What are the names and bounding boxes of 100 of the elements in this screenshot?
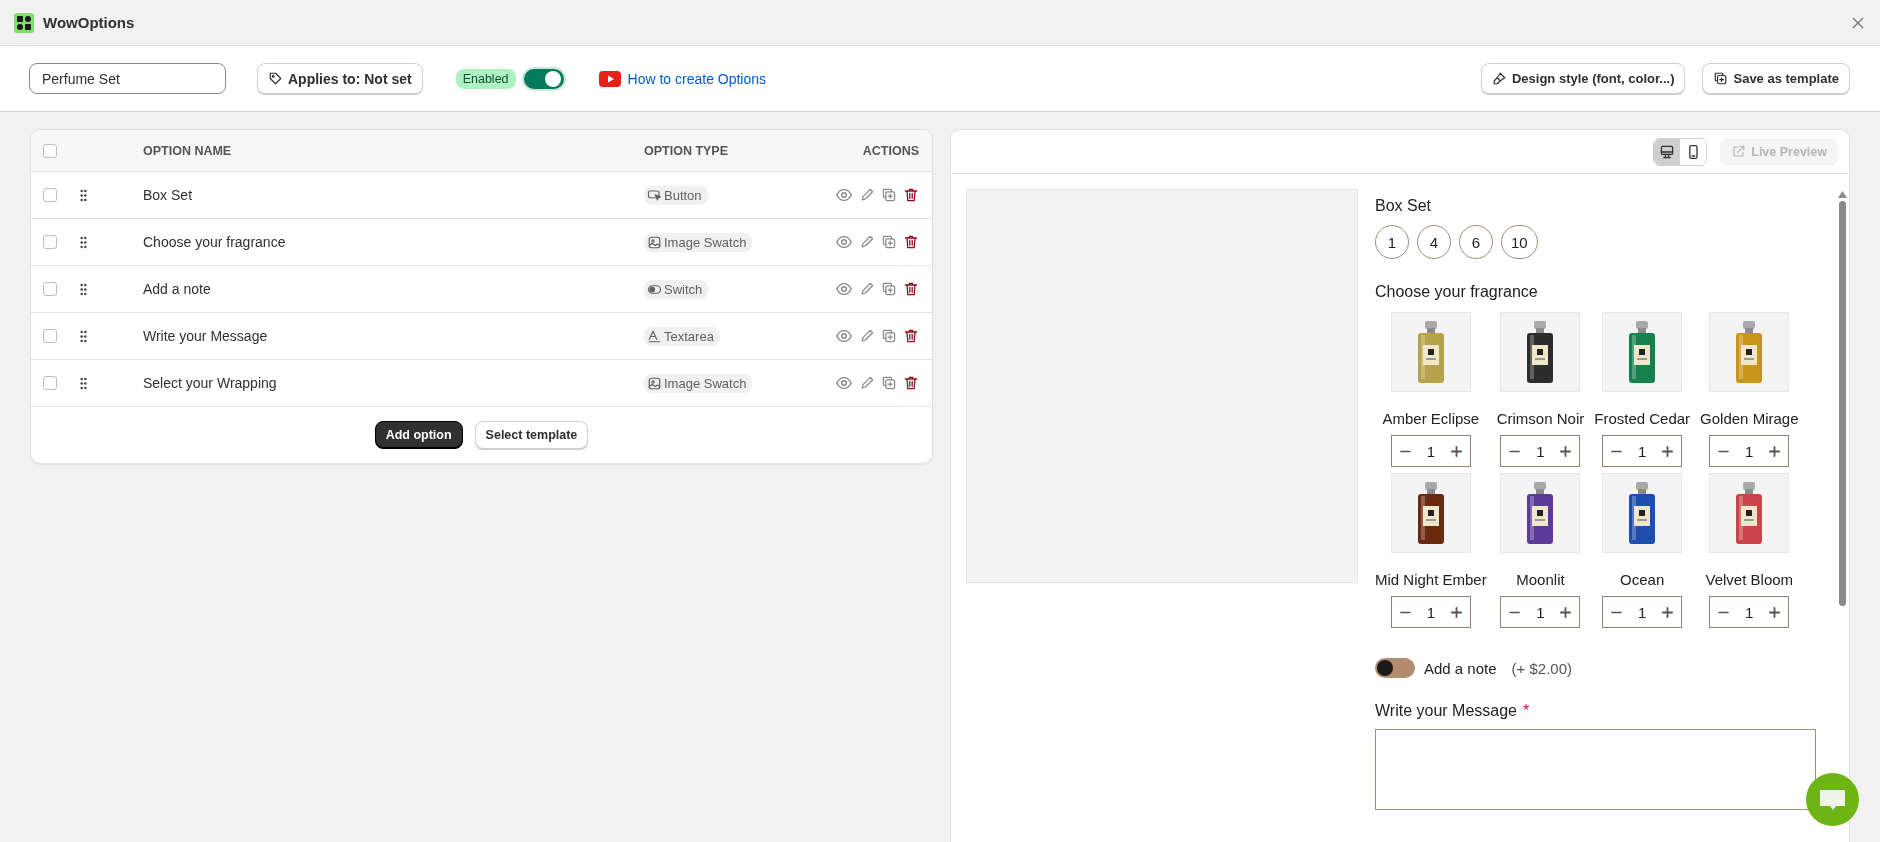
pencil-icon[interactable] xyxy=(859,234,875,250)
plus-icon[interactable] xyxy=(1450,445,1462,457)
select-template-button[interactable]: Select template xyxy=(474,421,589,449)
swatch-name: Golden Mirage xyxy=(1700,410,1799,427)
help-link[interactable]: How to create Options xyxy=(598,70,767,87)
box-size-option[interactable]: 6 xyxy=(1459,225,1493,259)
eye-icon[interactable] xyxy=(835,186,853,204)
plus-icon[interactable] xyxy=(1560,445,1572,457)
option-label: Box Set xyxy=(1375,197,1433,215)
option-set-name-field[interactable]: Perfume Set xyxy=(29,63,226,94)
swatch-name: Velvet Bloom xyxy=(1705,571,1794,588)
quantity-stepper[interactable]: 1 xyxy=(1390,596,1471,628)
trash-icon[interactable] xyxy=(903,187,919,203)
chat-button[interactable] xyxy=(1806,773,1859,826)
option-name: Write your Message xyxy=(143,328,269,344)
option-type-tag: Image Swatch xyxy=(644,373,753,393)
tag-icon xyxy=(268,71,283,86)
swatch-name: Frosted Cedar xyxy=(1594,410,1691,427)
swatch-name: Amber Eclipse xyxy=(1382,410,1480,427)
duplicate-icon[interactable] xyxy=(881,328,897,344)
option-type-tag: Button xyxy=(644,185,708,205)
brush-icon xyxy=(1491,71,1507,86)
pencil-icon[interactable] xyxy=(859,281,875,297)
plus-icon[interactable] xyxy=(1662,606,1674,618)
eye-icon[interactable] xyxy=(835,233,853,251)
pencil-icon[interactable] xyxy=(859,328,875,344)
quantity-stepper[interactable]: 1 xyxy=(1602,435,1683,467)
image-icon xyxy=(647,375,662,391)
required-mark: * xyxy=(1523,702,1530,720)
applies-to-button[interactable]: Applies to: Not set xyxy=(257,63,423,94)
option-name: Choose your fragrance xyxy=(143,234,287,250)
option-name: Box Set xyxy=(143,187,194,203)
text-format-icon xyxy=(647,328,662,344)
option-label: Write your Message xyxy=(1375,702,1517,720)
eye-icon[interactable] xyxy=(835,374,853,392)
enabled-toggle[interactable] xyxy=(521,66,566,91)
image-icon xyxy=(647,234,662,250)
option-name: Select your Wrapping xyxy=(143,375,278,391)
external-link-icon xyxy=(1731,144,1747,159)
scroll-up-icon[interactable] xyxy=(1838,191,1847,198)
drag-handle-icon[interactable] xyxy=(79,235,88,249)
add-option-button[interactable]: Add option xyxy=(374,421,463,449)
row-checkbox[interactable] xyxy=(43,329,57,343)
drag-handle-icon[interactable] xyxy=(79,188,88,202)
app-title: WowOptions xyxy=(43,14,135,31)
column-header: ACTIONS xyxy=(861,143,919,158)
pencil-icon[interactable] xyxy=(859,375,875,391)
trash-icon[interactable] xyxy=(903,328,919,344)
switch-label: Add a note xyxy=(1424,659,1497,677)
quantity-stepper[interactable]: 1 xyxy=(1709,435,1790,467)
select-all-checkbox[interactable] xyxy=(43,143,57,158)
row-checkbox[interactable] xyxy=(43,188,57,202)
design-style-button[interactable]: Design style (font, color...) xyxy=(1480,63,1686,94)
trash-icon[interactable] xyxy=(903,281,919,297)
copy-plus-icon xyxy=(1713,71,1729,86)
duplicate-icon[interactable] xyxy=(881,281,897,297)
duplicate-icon[interactable] xyxy=(881,234,897,250)
plus-icon[interactable] xyxy=(1662,445,1674,457)
plus-icon[interactable] xyxy=(1450,606,1462,618)
drag-handle-icon[interactable] xyxy=(79,329,88,343)
quantity-stepper[interactable]: 1 xyxy=(1709,596,1790,628)
swatch-name: Mid Night Ember xyxy=(1375,571,1487,588)
row-checkbox[interactable] xyxy=(43,282,57,296)
option-type-tag: Image Swatch xyxy=(644,232,753,252)
option-type-tag: Textarea xyxy=(644,326,720,346)
duplicate-icon[interactable] xyxy=(881,375,897,391)
quantity-stepper[interactable]: 1 xyxy=(1500,596,1581,628)
row-checkbox[interactable] xyxy=(43,376,57,390)
quantity-stepper[interactable]: 1 xyxy=(1390,435,1471,467)
cursor-icon xyxy=(647,187,662,203)
desktop-view-button[interactable] xyxy=(1654,138,1681,165)
message-field[interactable] xyxy=(1375,729,1816,810)
eye-icon[interactable] xyxy=(835,280,853,298)
swatch-name: Moonlit xyxy=(1516,571,1565,588)
box-size-option[interactable]: 1 xyxy=(1375,225,1409,259)
plus-icon[interactable] xyxy=(1769,606,1781,618)
quantity-stepper[interactable]: 1 xyxy=(1500,435,1581,467)
option-type-tag: Switch xyxy=(644,279,709,299)
column-header: OPTION TYPE xyxy=(644,143,730,158)
row-checkbox[interactable] xyxy=(43,235,57,249)
trash-icon[interactable] xyxy=(903,234,919,250)
plus-icon[interactable] xyxy=(1560,606,1572,618)
plus-icon[interactable] xyxy=(1769,445,1781,457)
video-icon xyxy=(598,70,621,87)
monitor-icon xyxy=(1659,143,1676,160)
swatch-name: Crimson Noir xyxy=(1496,410,1585,427)
option-name: Add a note xyxy=(143,281,212,297)
eye-icon[interactable] xyxy=(835,327,853,345)
drag-handle-icon[interactable] xyxy=(79,282,88,296)
box-size-option[interactable]: 10 xyxy=(1501,225,1538,259)
price-label: (+ $2.00) xyxy=(1511,659,1573,677)
duplicate-icon[interactable] xyxy=(881,187,897,203)
drag-handle-icon[interactable] xyxy=(79,376,88,390)
pencil-icon[interactable] xyxy=(859,187,875,203)
column-header: OPTION NAME xyxy=(143,143,233,158)
trash-icon[interactable] xyxy=(903,375,919,391)
note-switch[interactable] xyxy=(1375,658,1415,678)
save-template-button[interactable]: Save as template xyxy=(1702,63,1850,94)
box-size-option[interactable]: 4 xyxy=(1417,225,1451,259)
quantity-stepper[interactable]: 1 xyxy=(1602,596,1683,628)
